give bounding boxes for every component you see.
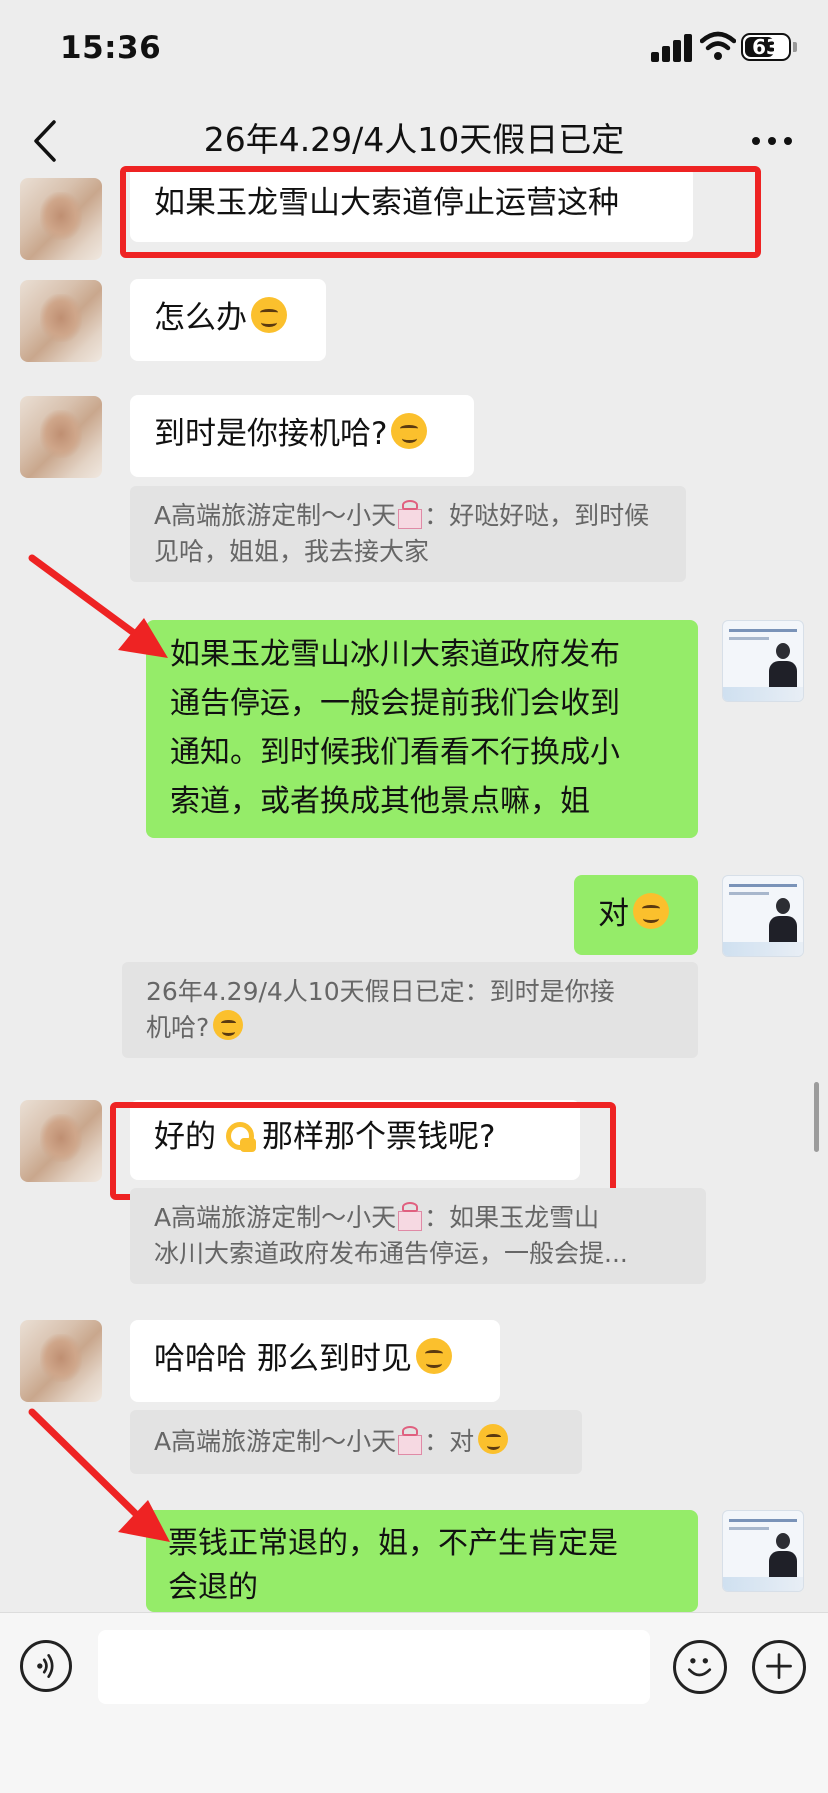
laughing-emoji-icon [251, 297, 287, 333]
chevron-left-icon[interactable] [30, 118, 60, 164]
battery-cap [793, 42, 797, 52]
red-highlight-box [120, 166, 761, 258]
message-line: 通告停运，一般会提前我们会收到 [170, 686, 620, 721]
message-text: 对 [598, 896, 629, 932]
quoted-reply[interactable]: A高端旅游定制～小天 ：如果玉龙雪山 冰川大索道政府发布通告停运，一般会提... [130, 1188, 706, 1284]
message-line: 会退的 [168, 1570, 258, 1605]
self-avatar[interactable] [722, 1510, 804, 1592]
gift-icon [396, 1201, 424, 1231]
contact-avatar[interactable] [20, 1100, 102, 1182]
gift-icon [396, 499, 424, 529]
self-avatar[interactable] [722, 875, 804, 957]
message-line: 票钱正常退的，姐，不产生肯定是 [168, 1526, 618, 1561]
red-arrow-annotation [28, 554, 168, 658]
quote-sender: A高端旅游定制～小天 [154, 1427, 397, 1456]
thinking-emoji-icon [415, 1338, 452, 1374]
message-bubble-outgoing[interactable]: 对 [574, 875, 698, 955]
quote-text-line2: 冰川大索道政府发布通告停运，一般会提... [154, 1239, 628, 1268]
red-highlight-box [110, 1102, 616, 1200]
plus-icon[interactable] [752, 1640, 806, 1694]
thinking-emoji-icon [633, 893, 669, 929]
quote-sender: A高端旅游定制～小天 [154, 501, 397, 530]
quoted-reply[interactable]: 26年4.29/4人10天假日已定：到时是你接 机哈? [122, 962, 698, 1058]
message-bubble-outgoing[interactable]: 票钱正常退的，姐，不产生肯定是 会退的 [146, 1510, 698, 1612]
red-arrow-annotation [28, 1408, 170, 1542]
wifi-icon [700, 31, 736, 60]
message-line: 如果玉龙雪山冰川大索道政府发布 [170, 637, 620, 672]
message-text: 怎么办 [154, 300, 247, 336]
self-avatar[interactable] [722, 620, 804, 702]
contact-avatar[interactable] [20, 280, 102, 362]
message-bubble-outgoing[interactable]: 如果玉龙雪山冰川大索道政府发布 通告停运，一般会提前我们会收到 通知。到时候我们… [146, 620, 698, 838]
quote-text: ：如果玉龙雪山 [424, 1203, 600, 1232]
quote-text-line2: 机哈? [146, 1013, 210, 1042]
contact-avatar[interactable] [20, 396, 102, 478]
contact-avatar[interactable] [20, 1320, 102, 1402]
emoji-icon[interactable] [673, 1640, 727, 1694]
quote-text: ：对 [424, 1427, 475, 1456]
message-bubble-incoming[interactable]: 怎么办 [130, 279, 326, 361]
quoted-reply[interactable]: A高端旅游定制～小天 ：对 [130, 1410, 582, 1474]
message-bubble-incoming[interactable]: 哈哈哈 那么到时见 [130, 1320, 500, 1402]
voice-icon[interactable] [20, 1640, 72, 1692]
message-text: 哈哈哈 那么到时见 [154, 1341, 412, 1377]
message-line: 索道，或者换成其他景点嘛，姐 [170, 784, 590, 819]
battery-icon: 63 [741, 33, 791, 61]
message-bubble-incoming[interactable]: 到时是你接机哈? [130, 395, 474, 477]
quote-sender: 26年4.29/4人10天假日已定 [146, 977, 465, 1006]
message-text: 到时是你接机哈? [154, 416, 388, 452]
message-input[interactable] [98, 1630, 650, 1704]
grin-emoji-icon [391, 413, 428, 449]
message-line: 通知。到时候我们看看不行换成小 [170, 735, 620, 770]
quoted-reply[interactable]: A高端旅游定制～小天 ：好哒好哒，到时候见哈，姐姐，我去接大家 [130, 486, 686, 582]
gift-icon [396, 1425, 424, 1455]
thinking-emoji-icon [478, 1424, 509, 1454]
quote-text: ：到时是你接 [464, 977, 615, 1006]
grin-emoji-icon [213, 1010, 244, 1040]
quote-sender: A高端旅游定制～小天 [154, 1203, 397, 1232]
contact-avatar[interactable] [20, 178, 102, 260]
chat-title: 26年4.29/4人10天假日已定 [203, 120, 625, 159]
more-icon[interactable] [748, 121, 796, 161]
status-time: 15:36 [60, 30, 162, 66]
battery-level: 63 [752, 35, 780, 59]
scrollbar[interactable] [814, 1082, 819, 1152]
signal-icon [651, 34, 695, 62]
